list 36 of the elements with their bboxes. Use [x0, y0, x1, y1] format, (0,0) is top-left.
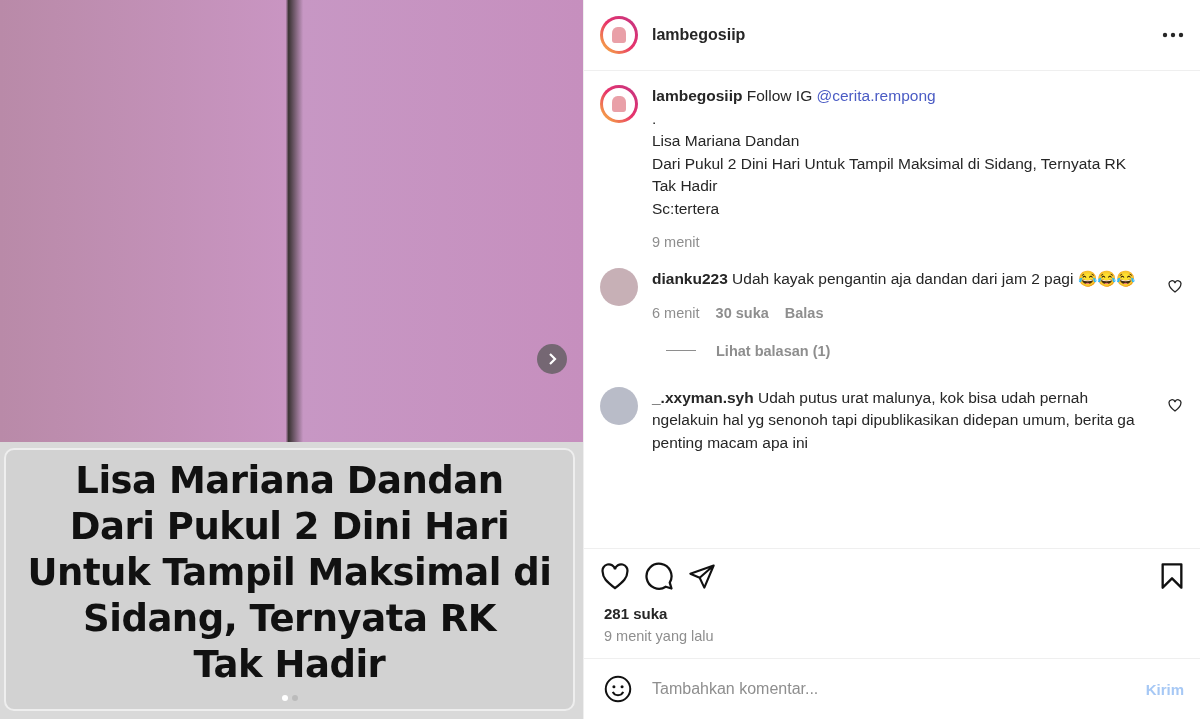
like-icon[interactable]: [1168, 280, 1184, 294]
post-button[interactable]: Kirim: [1145, 680, 1184, 698]
comment-likes[interactable]: 30 suka: [715, 304, 769, 321]
slide-caption-line: Lisa Mariana Dandan: [74, 457, 505, 504]
more-options-icon[interactable]: [1162, 32, 1184, 38]
comment-input[interactable]: Tambahkan komentar...: [650, 679, 1128, 699]
reply-button[interactable]: Balas: [784, 304, 824, 321]
like-icon[interactable]: [1168, 398, 1184, 413]
next-button[interactable]: [537, 344, 567, 374]
comment-time: 6 menit: [652, 304, 700, 321]
slide-caption-line: Sidang, Ternyata RK: [82, 595, 498, 642]
bookmark-icon[interactable]: [1160, 562, 1184, 590]
caption-line: Lisa Mariana Dandan: [652, 131, 801, 151]
comment-text: dianku223 Udah kayak pengantin aja dandan dari jam 2 pagi 😂😂😂: [652, 269, 1136, 289]
post-time: 9 menit yang lalu: [603, 627, 715, 646]
slide-caption-line: Dari Pukul 2 Dini Hari: [68, 503, 511, 550]
profile-avatar[interactable]: [600, 16, 638, 54]
slide-caption-line: Untuk Tampil Maksimal di: [27, 549, 552, 596]
emoji-icon[interactable]: [604, 675, 632, 703]
slide-caption-line: Tak Hadir: [192, 641, 387, 688]
caption-line: .: [652, 108, 658, 129]
caption-text: lambegosiip Follow IG @cerita.rempong: [652, 86, 937, 106]
comment-text: _.xxyman.syh Udah putus urat malunya, kok bisa udah pernah ngelakuin hal yg senonoh tapi dipublikasikan didepan umum, berita ga penting macam apa ini: [652, 387, 1136, 453]
profile-avatar[interactable]: [600, 85, 638, 123]
caption-line: Dari Pukul 2 Dini Hari Untuk Tampil Maksimal di Sidang, Ternyata RK Tak Hadir: [652, 153, 1128, 196]
chevron-right-icon: [546, 352, 558, 366]
share-icon[interactable]: [688, 562, 716, 590]
likes-count[interactable]: 281 suka: [584, 597, 1200, 622]
comment-icon[interactable]: [644, 561, 674, 591]
view-replies-button[interactable]: Lihat balasan (1): [716, 342, 831, 359]
mention-link[interactable]: @cerita.rempong: [816, 87, 936, 104]
caption-time: 9 menit: [652, 234, 700, 250]
like-icon[interactable]: [600, 562, 630, 590]
carousel-dot[interactable]: [281, 695, 288, 701]
caption-line: Sc:tertera: [652, 198, 721, 219]
username-link[interactable]: lambegosiip: [652, 26, 1148, 44]
